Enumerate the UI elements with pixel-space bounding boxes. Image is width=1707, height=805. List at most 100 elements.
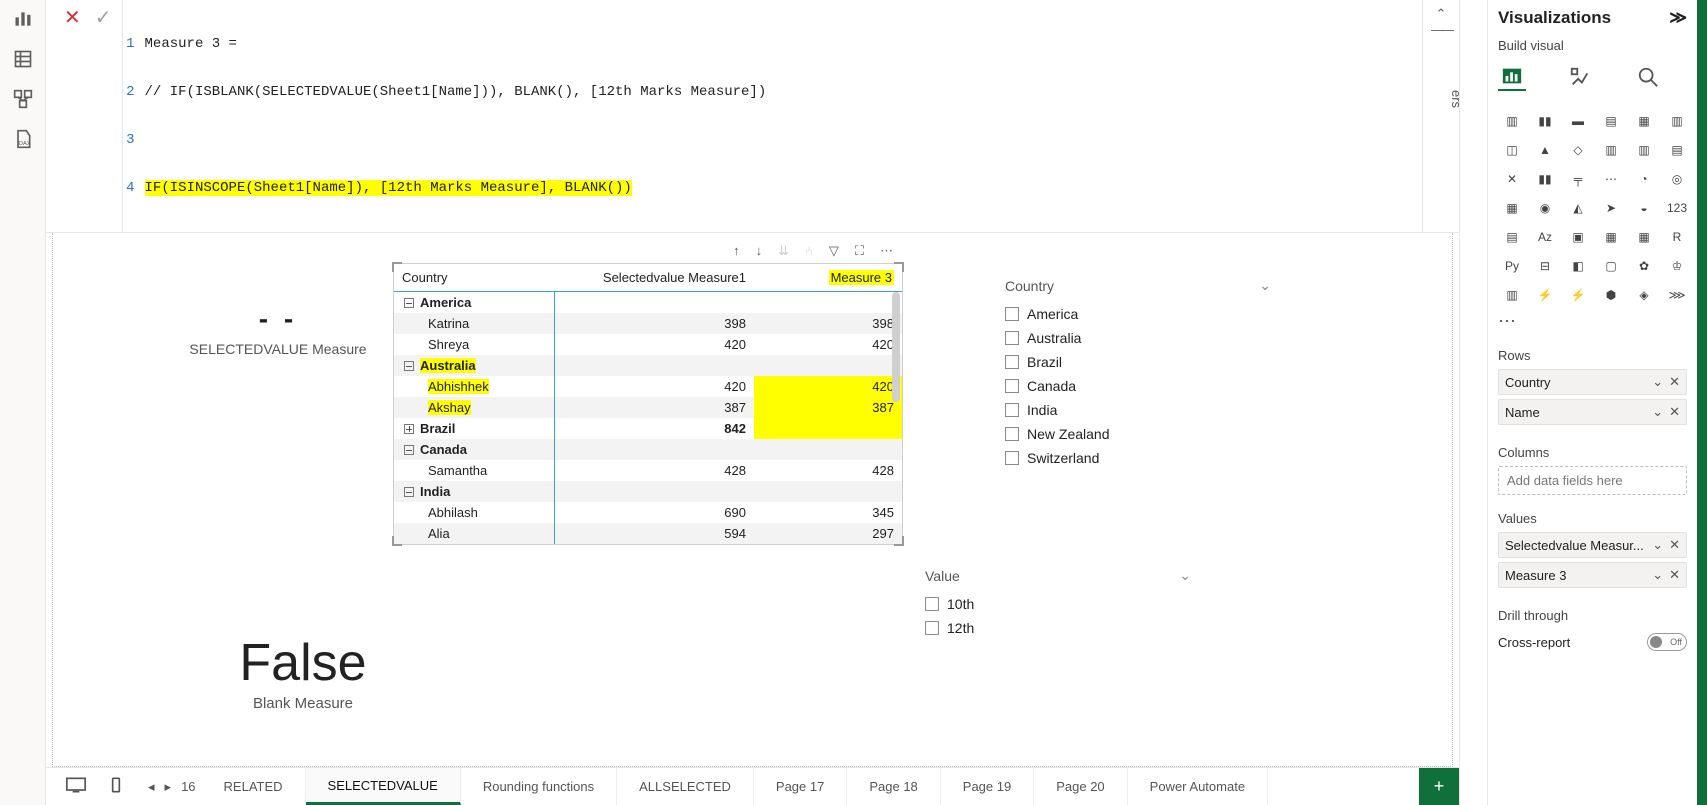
page-tab[interactable]: SELECTEDVALUE	[306, 768, 461, 805]
checkbox-icon[interactable]	[1005, 331, 1019, 345]
viz-gallery-item[interactable]: Py	[1498, 254, 1526, 278]
desktop-layout-icon[interactable]	[66, 777, 86, 796]
viz-gallery-item[interactable]: ▲	[1531, 138, 1559, 162]
chevron-down-icon[interactable]: ⌄	[1652, 537, 1663, 553]
model-view-icon[interactable]	[9, 88, 37, 110]
collapse-icon[interactable]	[404, 487, 414, 497]
remove-field-icon[interactable]: ✕	[1669, 567, 1680, 583]
viz-gallery-item[interactable]: ▦	[1498, 196, 1526, 220]
values-pill[interactable]: Selectedvalue Measur...⌄✕	[1498, 532, 1687, 558]
viz-gallery-item[interactable]: ▣	[1564, 225, 1592, 249]
viz-gallery-item[interactable]: ♔	[1663, 254, 1691, 278]
collapsed-filters-pane[interactable]: ers	[1459, 0, 1487, 805]
report-view-icon[interactable]	[9, 8, 37, 30]
viz-gallery-item[interactable]: ▥	[1498, 109, 1526, 133]
slicer-item[interactable]: 10th	[923, 592, 1193, 616]
matrix-row[interactable]: Alia594297	[394, 523, 902, 544]
slicer-item[interactable]: Australia	[1003, 326, 1273, 350]
viz-gallery-item[interactable]: ⚡	[1564, 283, 1592, 307]
viz-gallery-item[interactable]: ▢	[1597, 254, 1625, 278]
viz-gallery-item[interactable]: ⚡	[1531, 283, 1559, 307]
matrix-col-country[interactable]: Country	[394, 264, 554, 292]
slicer-value[interactable]: Value ⌄ 10th12th	[923, 563, 1193, 640]
expand-all-icon[interactable]: ⑃	[805, 243, 813, 259]
formula-commit-button[interactable]: ✓	[95, 8, 112, 28]
viz-gallery-item[interactable]: ▥	[1597, 138, 1625, 162]
formula-editor[interactable]: 1Measure 3 = 2// IF(ISBLANK(SELECTEDVALU…	[122, 0, 1423, 232]
viz-gallery-item[interactable]: ◔	[1630, 167, 1658, 191]
card-visual-selectedvalue[interactable]: - - SELECTEDVALUE Measure	[153, 303, 403, 357]
formula-cancel-button[interactable]: ✕	[64, 8, 81, 28]
matrix-row[interactable]: Canada	[394, 439, 902, 460]
viz-gallery-item[interactable]: ▦	[1630, 225, 1658, 249]
slicer-item[interactable]: India	[1003, 398, 1273, 422]
remove-field-icon[interactable]: ✕	[1669, 404, 1680, 420]
viz-gallery-item[interactable]: ◧	[1564, 254, 1592, 278]
analytics-tab[interactable]	[1634, 63, 1662, 91]
matrix-row[interactable]: Brazil842	[394, 418, 902, 439]
rows-pill[interactable]: Country⌄✕	[1498, 369, 1687, 395]
add-page-button[interactable]: +	[1419, 768, 1459, 805]
card-visual-blank[interactable]: False Blank Measure	[173, 633, 433, 712]
slicer-item[interactable]: Switzerland	[1003, 446, 1273, 470]
viz-gallery-item[interactable]: 123	[1663, 196, 1691, 220]
viz-gallery-item[interactable]: ▮▮	[1531, 167, 1559, 191]
page-tab[interactable]: Page 20	[1034, 768, 1127, 805]
report-canvas[interactable]: - - SELECTEDVALUE Measure False Blank Me…	[52, 233, 1453, 767]
tab-scroll-right-icon[interactable]: ▸	[165, 779, 172, 795]
page-tab[interactable]: Page 18	[847, 768, 940, 805]
slicer-item[interactable]: Canada	[1003, 374, 1273, 398]
build-visual-tab[interactable]	[1498, 63, 1526, 91]
viz-gallery-item[interactable]: ▥	[1663, 109, 1691, 133]
tab-scroll-left-icon[interactable]: ◂	[148, 779, 155, 795]
cross-report-toggle[interactable]: Off	[1647, 633, 1687, 651]
page-tab[interactable]: Page 19	[941, 768, 1034, 805]
checkbox-icon[interactable]	[925, 621, 939, 635]
viz-gallery-item[interactable]: ▤	[1663, 138, 1691, 162]
dax-view-icon[interactable]: DAX	[9, 128, 37, 150]
viz-gallery-item[interactable]: ▥	[1630, 138, 1658, 162]
matrix-col-measure1[interactable]: Selectedvalue Measure1	[554, 264, 754, 292]
matrix-row[interactable]: Akshay387387	[394, 397, 902, 418]
fields-pane-collapsed-edge[interactable]	[1697, 0, 1707, 805]
checkbox-icon[interactable]	[925, 597, 939, 611]
expand-pane-icon[interactable]: ≫	[1669, 8, 1687, 28]
page-tab[interactable]: Rounding functions	[461, 768, 617, 805]
viz-gallery-item[interactable]: ◉	[1531, 196, 1559, 220]
viz-gallery-item[interactable]: ▥	[1498, 283, 1526, 307]
more-options-icon[interactable]: ⋯	[880, 243, 893, 259]
viz-gallery-item[interactable]: ◫	[1498, 138, 1526, 162]
remove-field-icon[interactable]: ✕	[1669, 537, 1680, 553]
slicer-country[interactable]: Country ⌄ AmericaAustraliaBrazilCanadaIn…	[1003, 273, 1273, 470]
drill-up-icon[interactable]: ↑	[733, 243, 740, 259]
chevron-down-icon[interactable]: ⌄	[1652, 567, 1663, 583]
checkbox-icon[interactable]	[1005, 355, 1019, 369]
viz-gallery-item[interactable]: R	[1663, 225, 1691, 249]
viz-gallery-item[interactable]: ◇	[1564, 138, 1592, 162]
viz-gallery-item[interactable]: ▦	[1630, 109, 1658, 133]
viz-gallery-item[interactable]: ◭	[1564, 196, 1592, 220]
checkbox-icon[interactable]	[1005, 403, 1019, 417]
viz-gallery-item[interactable]: ⋯	[1597, 167, 1625, 191]
rows-pill[interactable]: Name⌄✕	[1498, 399, 1687, 425]
matrix-col-measure3[interactable]: Measure 3	[754, 264, 902, 292]
viz-gallery-item[interactable]: ◎	[1663, 167, 1691, 191]
checkbox-icon[interactable]	[1005, 427, 1019, 441]
viz-gallery-more-icon[interactable]: ⋯	[1498, 311, 1687, 332]
viz-gallery-item[interactable]: ⋙	[1663, 283, 1691, 307]
slicer-item[interactable]: 12th	[923, 616, 1193, 640]
formula-resize-icon[interactable]: ——	[1431, 22, 1451, 37]
formula-collapse-up-icon[interactable]: ⌃	[1436, 6, 1447, 22]
matrix-row[interactable]: Abhilash690345	[394, 502, 902, 523]
chevron-down-icon[interactable]: ⌄	[1179, 567, 1191, 584]
viz-gallery-item[interactable]: ▬	[1564, 109, 1592, 133]
chevron-down-icon[interactable]: ⌄	[1259, 277, 1271, 294]
viz-gallery-item[interactable]: ⊟	[1531, 254, 1559, 278]
matrix-scrollbar[interactable]	[892, 292, 900, 402]
remove-field-icon[interactable]: ✕	[1669, 374, 1680, 390]
page-tab[interactable]: Power Automate	[1128, 768, 1268, 805]
viz-gallery-item[interactable]: ✿	[1630, 254, 1658, 278]
matrix-row[interactable]: America	[394, 292, 902, 314]
slicer-item[interactable]: New Zealand	[1003, 422, 1273, 446]
drill-down-icon[interactable]: ↓	[756, 243, 763, 259]
